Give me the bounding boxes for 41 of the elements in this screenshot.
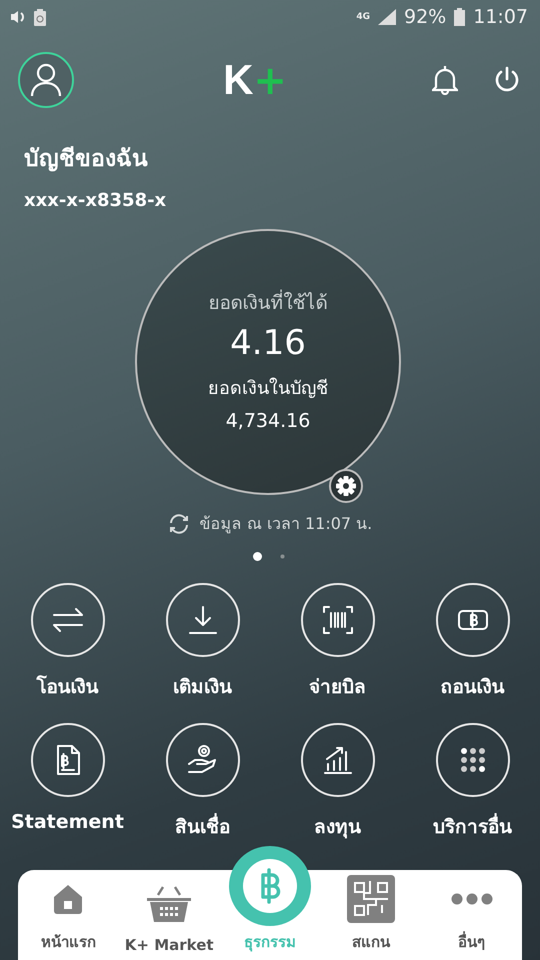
battery-percent: 92% [404,6,446,28]
action-button[interactable]: ถอนเงิน [405,583,540,701]
power-icon [494,66,520,94]
power-button[interactable] [494,66,520,94]
qr-code-icon [346,875,395,923]
action-button[interactable]: จ่ายบิล [270,583,405,701]
action-button[interactable]: ลงทุน [270,723,405,841]
page-dot[interactable] [280,554,285,559]
account-number: xxx-x-x8358-x [24,190,168,211]
page-dot[interactable] [253,552,262,561]
ledger-label: ยอดเงินในบัญชี [208,376,328,400]
battery-icon [454,8,466,26]
nav-tab[interactable]: K+ Market [118,870,220,960]
person-icon [30,63,62,97]
action-button[interactable]: โอนเงิน [0,583,135,701]
refresh-icon[interactable] [168,512,190,534]
settings-icon [335,475,357,497]
account-title: บัญชีของฉัน [24,145,149,174]
action-button[interactable]: เติมเงิน [135,583,270,701]
speaker-icon [10,10,26,24]
signal-icon [378,9,396,25]
logo-plus: + [253,61,287,101]
available-label: ยอดเงินที่ใช้ได้ [208,288,328,316]
action-button[interactable]: สินเชื่อ [135,723,270,841]
nav-tab[interactable]: สแกน [320,870,422,960]
more-icon [450,892,494,906]
nav-tab[interactable]: หน้าแรก [18,870,119,960]
available-balance: 4.16 [230,322,306,362]
action-button[interactable]: บริการอื่น [405,723,540,841]
battery-recycle-icon [34,8,46,26]
update-time: ข้อมูล ณ เวลา 11:07 น. [200,513,372,536]
notification-button[interactable] [432,65,458,95]
nav-tab[interactable]: อื่นๆ [421,870,522,960]
logo-letter: K [223,59,254,101]
ledger-balance: 4,734.16 [226,410,310,432]
action-button[interactable]: Statement [0,723,135,841]
basket-icon [146,885,192,925]
clock: 11:07 [473,6,528,28]
settings-button[interactable] [329,469,363,503]
bell-icon [432,65,458,95]
network-type: 4G [356,12,370,22]
